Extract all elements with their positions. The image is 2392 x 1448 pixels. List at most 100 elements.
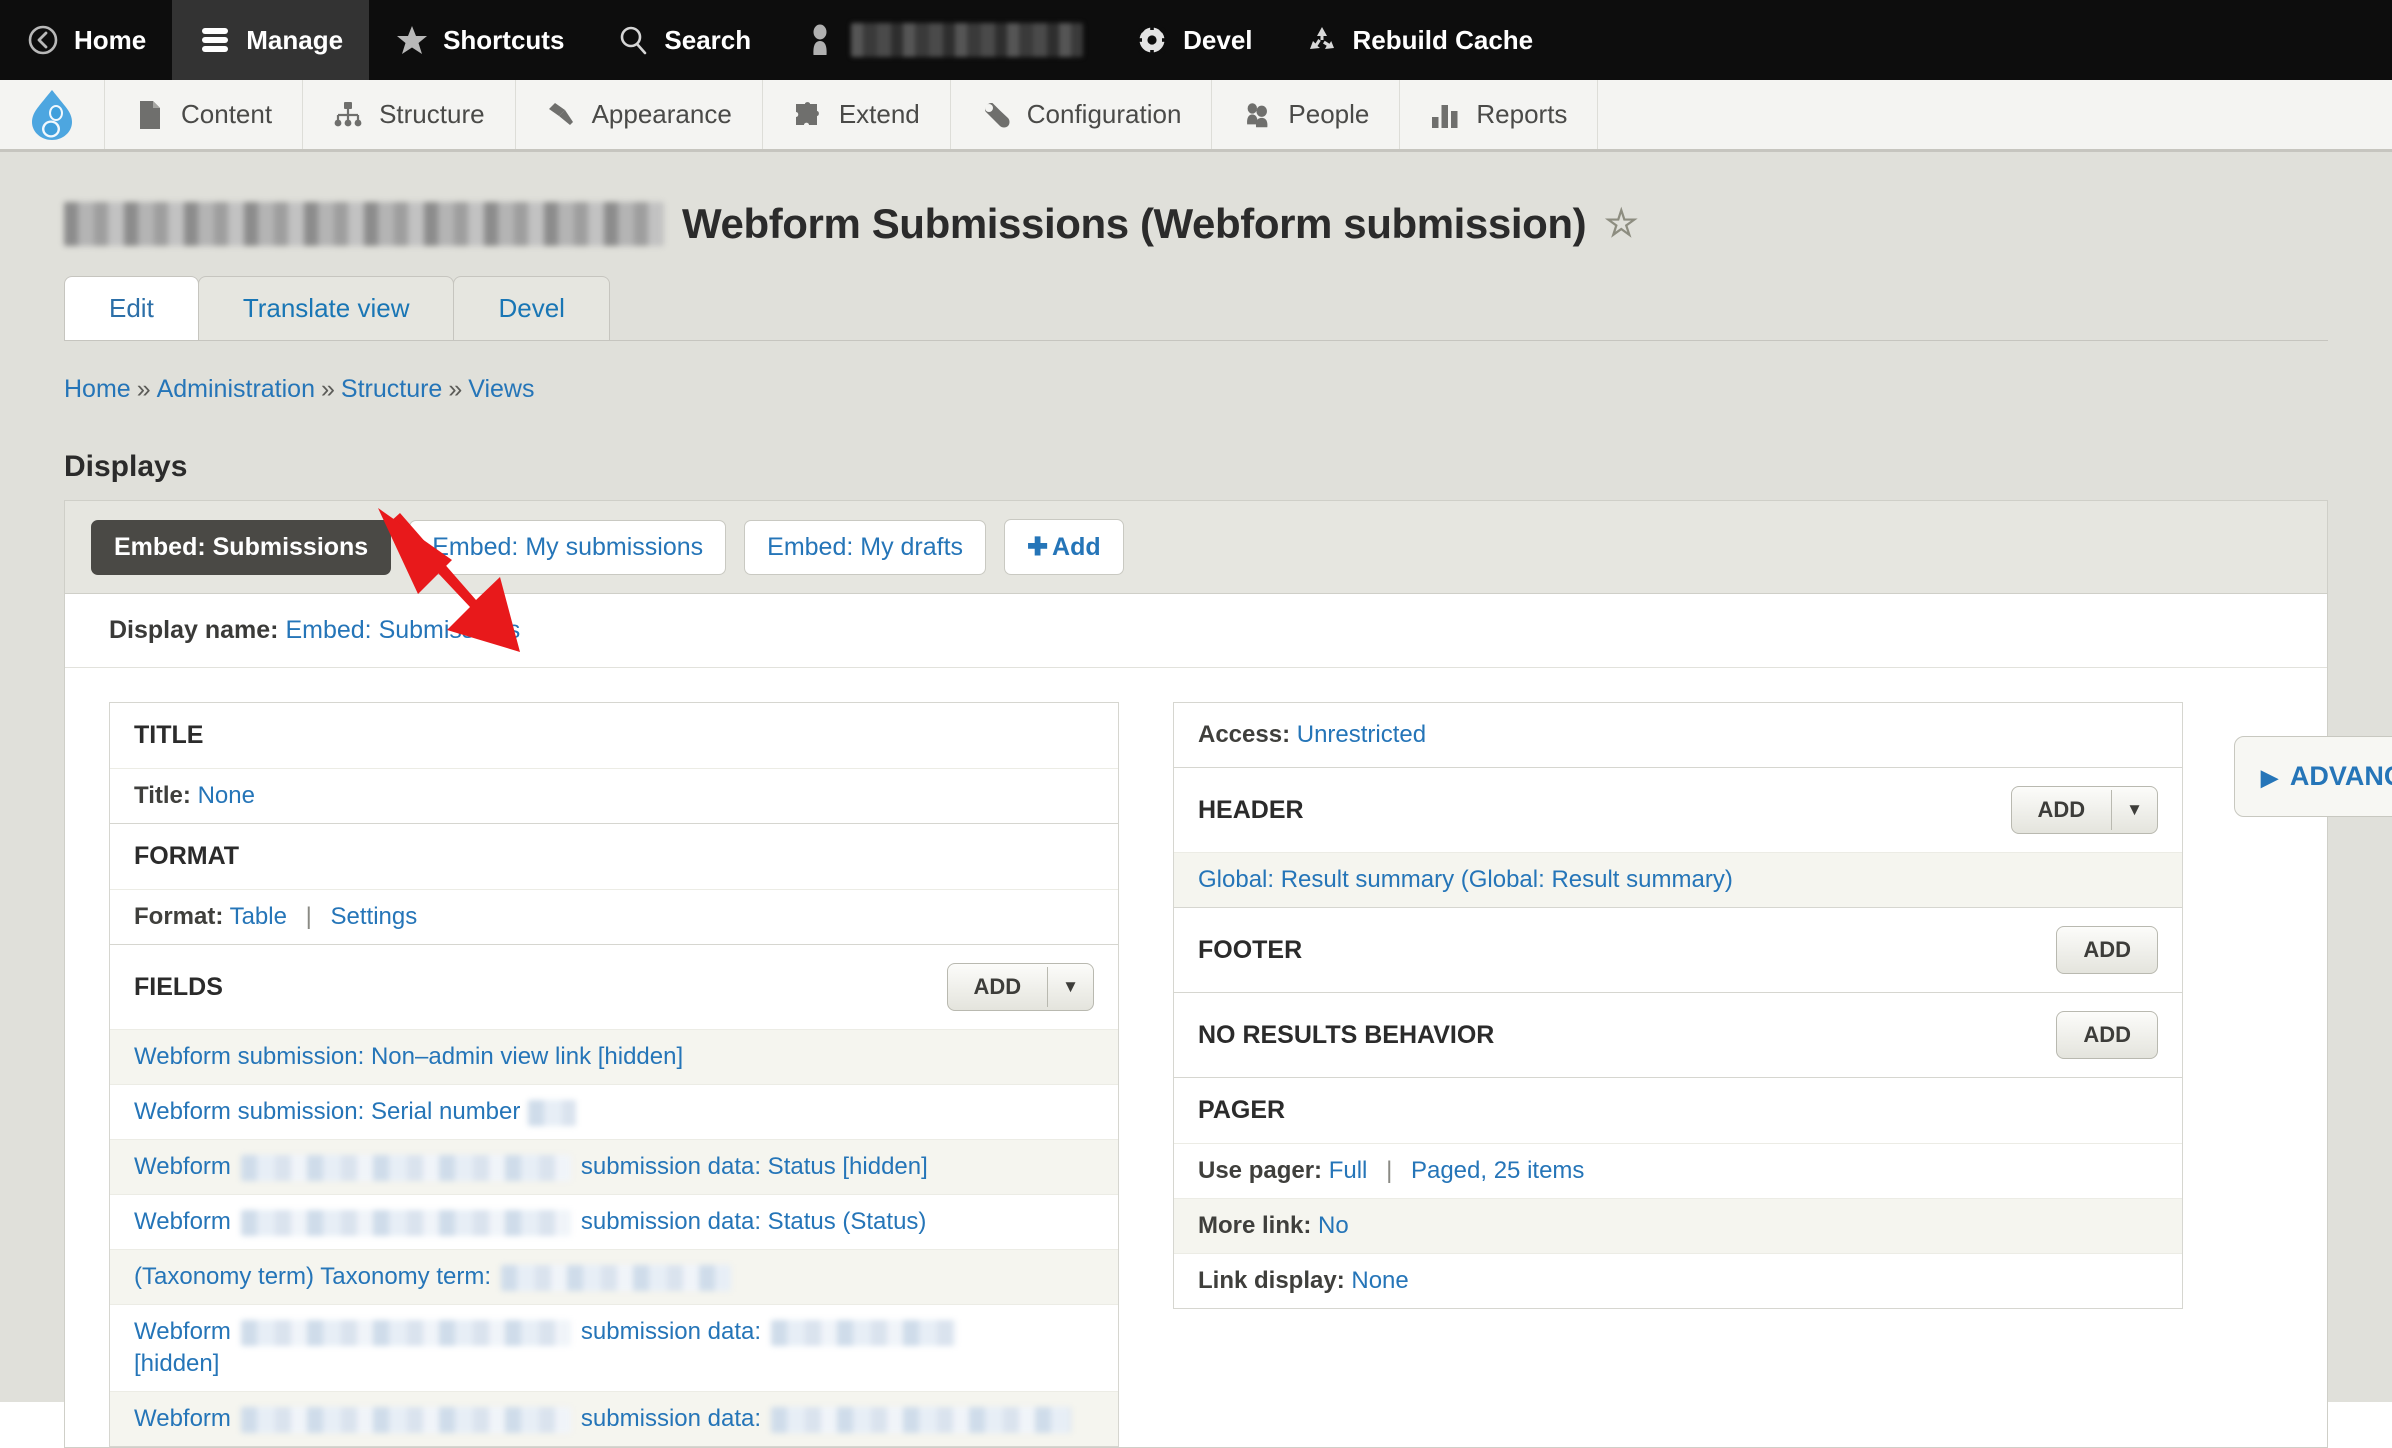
toolbar-item-manage[interactable]: Manage	[172, 0, 370, 80]
field-row-link[interactable]: Webform submission: Non–admin view link …	[134, 1043, 683, 1070]
toolbar-item-shortcuts[interactable]: Shortcuts	[369, 0, 590, 80]
people-icon	[1242, 100, 1272, 130]
breadcrumb-item-home[interactable]: Home	[64, 375, 131, 403]
display-button-embed-submissions[interactable]: Embed: Submissions	[91, 519, 392, 575]
field-row-link-prefix[interactable]: Webform	[134, 1153, 231, 1180]
access-row: Access: Unrestricted	[1174, 703, 2182, 767]
admin-menu-item-appearance[interactable]: Appearance	[516, 80, 763, 149]
display-columns: Title Title: None Format Format: Table |…	[65, 668, 2327, 1447]
toolbar-item-home[interactable]: Home	[0, 0, 172, 80]
format-settings-link[interactable]: Settings	[331, 903, 418, 930]
admin-menu-item-people[interactable]: People	[1212, 80, 1401, 149]
more-link-value[interactable]: No	[1318, 1212, 1349, 1239]
favorite-star-icon[interactable]: ☆	[1604, 205, 1638, 243]
pager-items-value[interactable]: Paged, 25 items	[1411, 1157, 1584, 1184]
format-bucket: Format Format: Table | Settings	[109, 824, 1119, 945]
access-value[interactable]: Unrestricted	[1297, 721, 1426, 748]
field-row[interactable]: Webform submission data: Status [hidden]	[110, 1139, 1118, 1194]
format-row-pipe: |	[305, 903, 312, 930]
field-row-link-suffix[interactable]: submission data:	[581, 1405, 761, 1432]
field-row-link[interactable]: Webform submission: Serial number	[134, 1098, 520, 1125]
display-settings-panel: Display name: Embed: Submissions Title T…	[64, 593, 2328, 1448]
drupal-logo[interactable]	[0, 80, 105, 149]
header-add-label: Add	[2037, 797, 2086, 822]
pager-bucket-heading: Pager	[1198, 1096, 1286, 1124]
star-icon	[395, 23, 429, 57]
field-row-link-suffix[interactable]: submission data: Status [hidden]	[581, 1153, 928, 1180]
title-bucket-heading: Title	[134, 721, 204, 749]
admin-menu-item-label: Extend	[838, 99, 920, 129]
field-row[interactable]: Webform submission data: [hidden]	[110, 1304, 1118, 1391]
toolbar-item-rebuild-cache[interactable]: Rebuild Cache	[1279, 0, 1560, 80]
username-redacted	[851, 23, 1084, 57]
header-bucket: Header Add ▼ Global: Result summary (Glo…	[1173, 768, 2183, 908]
header-row-link[interactable]: Global: Result summary (Global: Result s…	[1198, 866, 1733, 893]
field-row[interactable]: Webform submission data:	[110, 1391, 1118, 1446]
link-display-row: Link display: None	[1174, 1253, 2182, 1308]
chevron-down-icon[interactable]: ▼	[1047, 967, 1093, 1007]
admin-menu-item-reports[interactable]: Reports	[1400, 80, 1599, 149]
advanced-panel-toggle[interactable]: ▶ ADVANCED	[2234, 736, 2392, 817]
field-row-link-suffix[interactable]: submission data: Status (Status)	[581, 1208, 927, 1235]
no-results-add-button[interactable]: Add	[2056, 1011, 2158, 1059]
breadcrumb-item-administration[interactable]: Administration	[157, 375, 315, 403]
no-results-add-label: Add	[2083, 1022, 2131, 1047]
toolbar-item-user-account[interactable]	[777, 0, 1109, 80]
link-display-label: Link display:	[1198, 1267, 1345, 1294]
display-name-row: Display name: Embed: Submissions	[65, 594, 2327, 668]
tab-translate-view[interactable]: Translate view	[197, 276, 455, 340]
field-row-link-mid[interactable]: submission data:	[581, 1318, 761, 1345]
toolbar-item-label: Search	[664, 24, 752, 55]
field-row-link-prefix[interactable]: Webform	[134, 1208, 231, 1235]
pager-use-row: Use pager: Full | Paged, 25 items	[1174, 1143, 2182, 1198]
field-row[interactable]: Webform submission data: Status (Status)	[110, 1194, 1118, 1249]
add-display-button[interactable]: ✚ Add	[1004, 519, 1124, 575]
toolbar-item-label: Rebuild Cache	[1352, 24, 1534, 55]
tab-edit[interactable]: Edit	[64, 276, 199, 340]
hamburger-icon	[198, 23, 232, 57]
field-row-link[interactable]: (Taxonomy term) Taxonomy term:	[134, 1263, 491, 1290]
footer-bucket-heading-row: Footer Add	[1174, 908, 2182, 992]
toolbar-item-search[interactable]: Search	[590, 0, 777, 80]
wrench-icon	[981, 100, 1011, 130]
footer-add-button[interactable]: Add	[2056, 926, 2158, 974]
admin-menu-item-configuration[interactable]: Configuration	[951, 80, 1213, 149]
no-results-behavior-heading: No results behavior	[1198, 1020, 1495, 1049]
field-row-redacted	[240, 1319, 571, 1346]
title-row: Title: None	[110, 768, 1118, 823]
admin-menu-item-structure[interactable]: Structure	[303, 80, 516, 149]
format-bucket-heading: Format	[134, 842, 240, 870]
field-row-link-suffix[interactable]: [hidden]	[134, 1350, 219, 1377]
field-row-link-prefix[interactable]: Webform	[134, 1318, 231, 1345]
tab-devel[interactable]: Devel	[453, 276, 610, 340]
pager-use-value[interactable]: Full	[1329, 1157, 1368, 1184]
field-row[interactable]: Webform submission: Serial number	[110, 1084, 1118, 1139]
breadcrumb-item-structure[interactable]: Structure	[341, 375, 442, 403]
header-add-button[interactable]: Add ▼	[2010, 786, 2158, 834]
display-name-value[interactable]: Embed: Submissions	[285, 616, 520, 644]
access-label: Access:	[1198, 721, 1291, 748]
field-row-link-prefix[interactable]: Webform	[134, 1405, 231, 1432]
plus-icon: ✚	[1027, 533, 1049, 561]
fields-add-button[interactable]: Add ▼	[946, 963, 1094, 1011]
title-row-value[interactable]: None	[198, 782, 255, 809]
display-button-embed-my-submissions[interactable]: Embed: My submissions	[409, 519, 727, 575]
format-row-value[interactable]: Table	[230, 903, 287, 930]
page-title-text: Webform Submissions (Webform submission)	[682, 200, 1587, 247]
admin-menu-item-content[interactable]: Content	[105, 80, 304, 149]
displays-heading: Displays	[64, 450, 188, 483]
chevron-down-icon[interactable]: ▼	[2111, 790, 2157, 830]
toolbar-item-devel[interactable]: Devel	[1109, 0, 1278, 80]
display-button-embed-my-drafts[interactable]: Embed: My drafts	[744, 519, 987, 575]
breadcrumb-item-views[interactable]: Views	[468, 375, 534, 403]
admin-menu-item-extend[interactable]: Extend	[763, 80, 951, 149]
breadcrumb-separator: »	[448, 375, 463, 403]
field-row[interactable]: Webform submission: Non–admin view link …	[110, 1029, 1118, 1084]
link-display-value[interactable]: None	[1351, 1267, 1408, 1294]
admin-menu-item-label: Configuration	[1026, 99, 1182, 129]
gear-icon	[1135, 23, 1169, 57]
header-row[interactable]: Global: Result summary (Global: Result s…	[1174, 852, 2182, 907]
tabs-divider	[64, 340, 2328, 341]
field-row[interactable]: (Taxonomy term) Taxonomy term:	[110, 1249, 1118, 1304]
sitemap-icon	[333, 100, 363, 130]
